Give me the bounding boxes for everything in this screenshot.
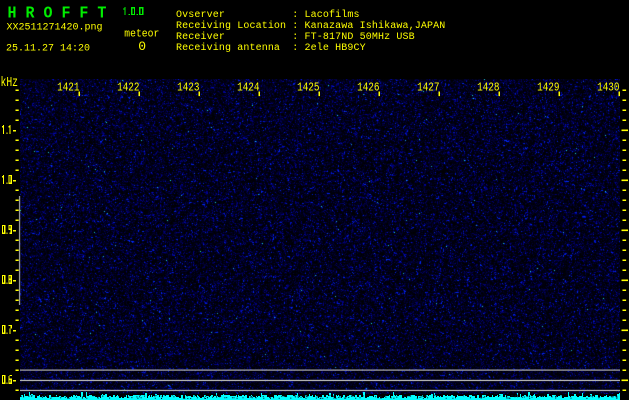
svg-text:kHz: kHz [1, 75, 19, 91]
svg-text:1429: 1429 [537, 80, 559, 94]
svg-text:XX2511271420.png: XX2511271420.png [7, 22, 103, 33]
svg-text:1428: 1428 [477, 80, 499, 94]
svg-text:Receiver : FT-817ND: Receiver : FT-817ND 50MHz USB [176, 31, 415, 43]
svg-text:Ovserver : Lacofilms: Ovserver : Lacofilms [176, 9, 360, 21]
svg-text:H R O F F T: H R O F F T [8, 4, 107, 23]
svg-text:1424: 1424 [237, 80, 259, 94]
svg-text:1426: 1426 [357, 80, 379, 94]
svg-text:1427: 1427 [417, 80, 439, 94]
svg-text:1430: 1430 [597, 80, 619, 94]
svg-text:1425: 1425 [297, 80, 319, 94]
svg-text:1422: 1422 [117, 80, 139, 94]
svg-text:Receiving antenna : 2ele HB9C: Receiving antenna : 2ele HB9CY [176, 42, 366, 54]
svg-text:25.11.27 14:20: 25.11.27 14:20 [6, 44, 90, 55]
svg-text:1421: 1421 [57, 80, 79, 94]
svg-text:Receiving Location : Kanazawa: Receiving Location : Kanazawa Ishikawa,J… [176, 20, 445, 32]
svg-text:0: 0 [138, 39, 146, 54]
svg-text:1423: 1423 [177, 80, 199, 94]
